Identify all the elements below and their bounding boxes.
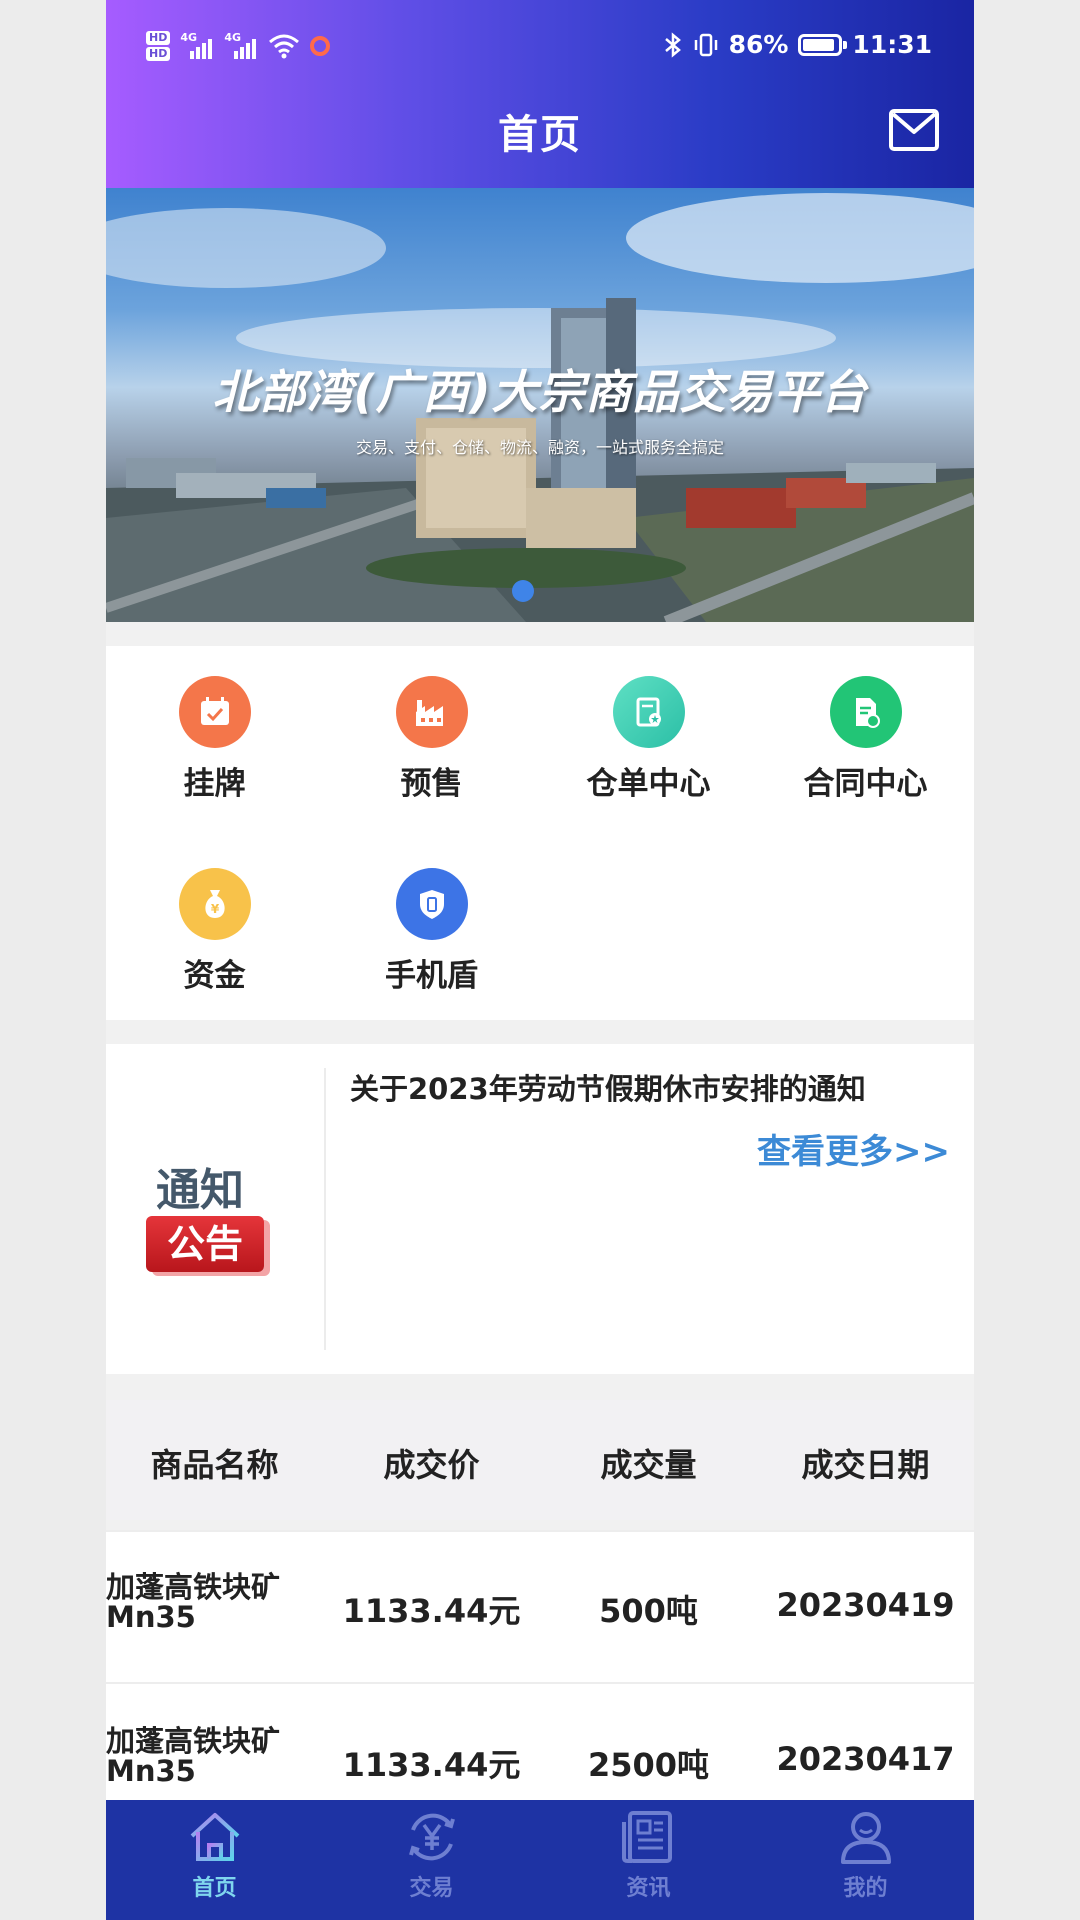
deal-price: 1133.44元 — [342, 1592, 521, 1630]
deal-date: 20230417 — [776, 1740, 955, 1778]
notice-logo-badge: 公告 — [146, 1216, 264, 1272]
nav-bar: 首页 — [106, 72, 974, 188]
battery-percent: 86% — [728, 30, 789, 59]
notice-logo-text: 通知 — [156, 1165, 244, 1216]
wifi-icon — [269, 34, 300, 59]
phone-shield-icon — [395, 868, 468, 940]
money-bag-icon: ¥ — [178, 868, 251, 940]
deal-date: 20230419 — [776, 1586, 955, 1624]
menu-label: 合同中心 — [803, 766, 928, 802]
notification-ring-icon — [310, 36, 331, 56]
banner-title: 北部湾(广西)大宗商品交易平台 — [212, 365, 868, 419]
product-name: 加蓬高铁块矿 Mn35 — [106, 1572, 316, 1632]
product-name: 加蓬高铁块矿 Mn35 — [106, 1726, 316, 1786]
battery-fill — [803, 38, 835, 51]
tab-label: 交易 — [409, 1876, 454, 1901]
column-header: 成交价 — [383, 1446, 480, 1484]
tab-mine[interactable]: 我的 — [757, 1808, 974, 1902]
tab-home[interactable]: 首页 — [106, 1808, 323, 1902]
signal-1-icon: 4G — [180, 31, 214, 59]
menu-item-listing[interactable]: 挂牌 — [106, 676, 323, 803]
home-icon — [190, 1813, 239, 1861]
status-bar: HD HD 4G 4G 86% 11:31 — [106, 0, 974, 72]
divider — [324, 1068, 326, 1350]
notice-panel: 通知 公告 关于2023年劳动节假期休市安排的通知 查看更多>> — [106, 1044, 974, 1374]
carousel-indicator[interactable] — [512, 580, 534, 602]
menu-label: 仓单中心 — [586, 766, 711, 802]
contract-icon — [829, 676, 902, 748]
menu-item-contract[interactable]: 合同中心 — [757, 676, 974, 803]
menu-item-warehouse-receipt[interactable]: 仓单中心 — [540, 676, 757, 803]
deal-volume: 500吨 — [599, 1592, 698, 1630]
bluetooth-icon — [664, 31, 681, 58]
vibrate-icon — [694, 33, 717, 56]
menu-label: 预售 — [400, 766, 463, 802]
battery-icon — [798, 33, 848, 56]
menu-label: 手机盾 — [385, 958, 478, 994]
signal-2-icon: 4G — [224, 31, 258, 59]
trade-table-header: 商品名称 成交价 成交量 成交日期 — [106, 1400, 974, 1520]
yuen-exchange-icon — [408, 1813, 455, 1861]
phone-screen: HD HD 4G 4G 86% 11:31 首页 北部湾(广西)大宗商品交易平台… — [106, 0, 974, 1920]
column-header: 成交量 — [600, 1446, 697, 1484]
clock: 11:31 — [852, 30, 932, 59]
page-title: 首页 — [498, 112, 582, 158]
hd-badges: HD HD — [146, 31, 171, 61]
function-menu: 挂牌 预售 仓单中心 合同中心 ¥ 资金 手机盾 — [106, 646, 974, 1020]
notice-title-link[interactable]: 关于2023年劳动节假期休市安排的通知 — [350, 1066, 866, 1108]
product-name-line1: 加蓬高铁块矿 — [106, 1570, 281, 1604]
banner-subtitle: 交易、支付、仓储、物流、融资，一站式服务全搞定 — [355, 438, 724, 457]
product-name-line1: 加蓬高铁块矿 — [106, 1724, 281, 1758]
menu-item-phone-shield[interactable]: 手机盾 — [323, 868, 540, 995]
column-header: 成交日期 — [801, 1446, 930, 1484]
mail-icon[interactable] — [888, 108, 940, 152]
column-header: 商品名称 — [150, 1446, 279, 1484]
top-header: HD HD 4G 4G 86% 11:31 首页 — [106, 0, 974, 188]
news-icon — [621, 1811, 672, 1863]
warehouse-receipt-icon — [612, 676, 685, 748]
hd-badge-1: HD — [146, 31, 171, 45]
bottom-tab-bar: 首页 交易 资讯 我的 — [106, 1800, 974, 1920]
table-row[interactable]: 加蓬高铁块矿 Mn35 1133.44元 500吨 20230419 — [106, 1530, 974, 1682]
menu-item-funds[interactable]: ¥ 资金 — [106, 868, 323, 995]
notice-logo: 通知 公告 — [146, 1144, 286, 1274]
calendar-check-icon — [178, 676, 251, 748]
user-icon — [840, 1812, 891, 1864]
factory-icon — [395, 676, 468, 748]
menu-item-presale[interactable]: 预售 — [323, 676, 540, 803]
menu-label: 资金 — [183, 958, 246, 994]
tab-label: 我的 — [843, 1876, 888, 1901]
deal-price: 1133.44元 — [342, 1746, 521, 1784]
tab-news[interactable]: 资讯 — [540, 1808, 757, 1902]
view-more-link[interactable]: 查看更多>> — [757, 1124, 950, 1173]
banner-carousel[interactable]: 北部湾(广西)大宗商品交易平台 交易、支付、仓储、物流、融资，一站式服务全搞定 — [106, 188, 974, 622]
status-right: 86% 11:31 — [663, 30, 932, 59]
hd-badge-2: HD — [146, 47, 171, 61]
status-left: HD HD 4G 4G — [146, 26, 331, 66]
tab-label: 资讯 — [626, 1876, 671, 1901]
tab-label: 首页 — [192, 1876, 237, 1901]
svg-text:¥: ¥ — [210, 902, 219, 916]
tab-trade[interactable]: 交易 — [323, 1808, 540, 1902]
deal-volume: 2500吨 — [587, 1746, 710, 1784]
product-name-line2: Mn35 — [106, 1600, 196, 1634]
menu-label: 挂牌 — [183, 766, 246, 802]
product-name-line2: Mn35 — [106, 1754, 196, 1788]
